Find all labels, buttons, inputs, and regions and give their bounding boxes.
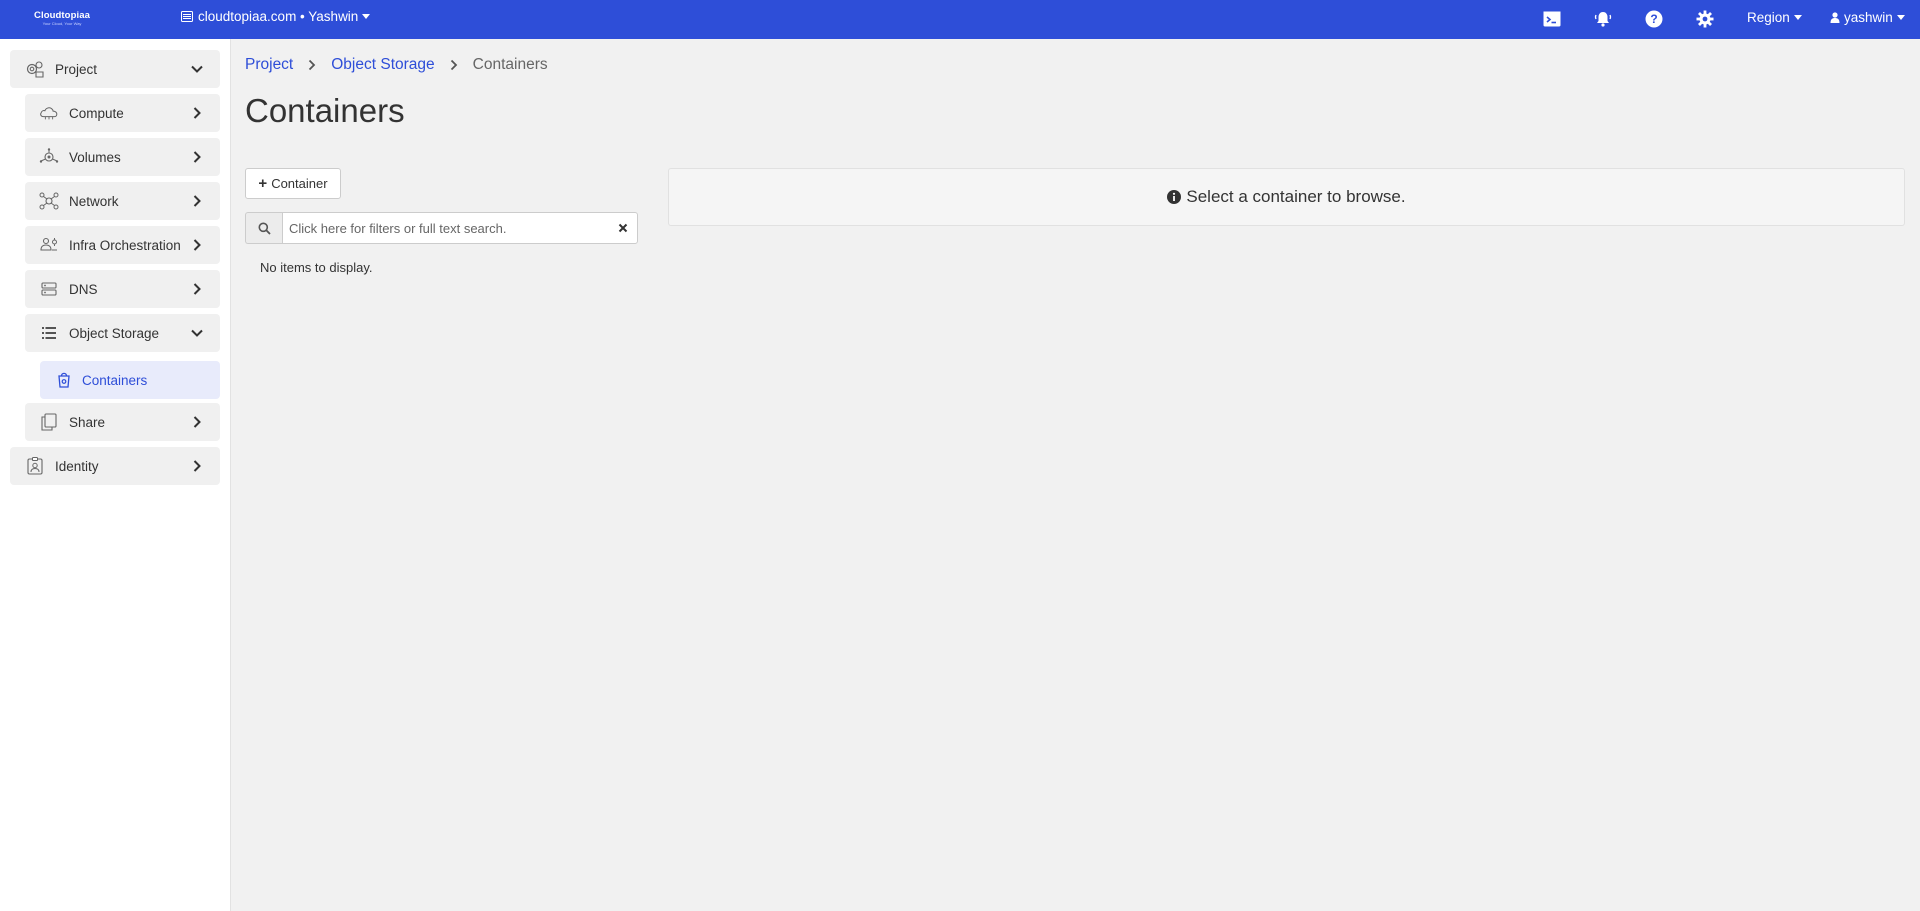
sidebar-item-containers[interactable]: Containers: [40, 361, 220, 399]
plus-icon: +: [258, 175, 268, 192]
breadcrumb: Project Object Storage Containers: [245, 56, 548, 74]
chevron-right-icon: [193, 151, 201, 163]
info-icon: [1167, 190, 1182, 204]
region-label: Region: [1747, 10, 1790, 25]
top-navbar: Cloudtopiaa Your Cloud, Your Way cloudto…: [0, 0, 1920, 39]
gear-icon[interactable]: [1694, 9, 1716, 29]
user-label: yashwin: [1844, 10, 1893, 25]
sidebar-item-object-storage[interactable]: Object Storage: [25, 314, 220, 352]
sidebar-item-volumes[interactable]: Volumes: [25, 138, 220, 176]
dns-icon: [39, 279, 59, 299]
search-icon: [245, 212, 282, 244]
console-icon[interactable]: [1541, 9, 1563, 29]
sidebar-item-compute[interactable]: Compute: [25, 94, 220, 132]
sidebar-item-label: DNS: [69, 281, 98, 297]
sidebar-item-label: Containers: [82, 372, 148, 388]
sidebar-item-label: Object Storage: [69, 325, 160, 341]
svg-text:?: ?: [1650, 12, 1657, 26]
browse-panel: Select a container to browse.: [668, 168, 1905, 226]
breadcrumb-project[interactable]: Project: [245, 56, 293, 74]
chevron-down-icon: [191, 65, 203, 73]
sidebar: Project Compute Volumes Network Infra Or…: [0, 39, 231, 911]
network-icon: [39, 191, 59, 211]
sidebar-item-label: Infra Orchestration: [69, 237, 181, 253]
chevron-right-icon: [307, 59, 317, 71]
user-icon: [1830, 12, 1840, 23]
project-list-icon: [181, 11, 193, 22]
empty-state-text: No items to display.: [260, 260, 373, 275]
chevron-right-icon: [193, 107, 201, 119]
region-dropdown[interactable]: Region: [1747, 10, 1802, 25]
share-icon: [39, 412, 59, 432]
volumes-icon: [39, 147, 59, 167]
orchestration-icon: [39, 235, 59, 255]
search-bar: [245, 212, 638, 244]
browse-message: Select a container to browse.: [1186, 187, 1406, 206]
add-container-label: Container: [271, 176, 328, 191]
brand-name: Cloudtopiaa: [34, 10, 90, 21]
container-icon: [54, 370, 74, 390]
chevron-down-icon: [1896, 15, 1905, 20]
help-icon[interactable]: ?: [1643, 9, 1665, 29]
chevron-right-icon: [193, 239, 201, 251]
bell-icon[interactable]: [1592, 9, 1614, 29]
close-icon[interactable]: [616, 221, 630, 235]
user-menu[interactable]: yashwin: [1830, 10, 1905, 25]
breadcrumb-current: Containers: [472, 56, 548, 73]
chevron-down-icon: [362, 14, 371, 19]
project-icon: [25, 59, 45, 79]
sidebar-item-label: Volumes: [69, 149, 121, 165]
sidebar-item-share[interactable]: Share: [25, 403, 220, 441]
add-container-button[interactable]: + Container: [245, 168, 341, 199]
cloud-icon: [39, 103, 59, 123]
sidebar-item-identity[interactable]: Identity: [10, 447, 220, 485]
chevron-right-icon: [193, 283, 201, 295]
sidebar-item-label: Project: [55, 61, 98, 77]
sidebar-item-project[interactable]: Project: [10, 50, 220, 88]
project-switcher[interactable]: cloudtopiaa.com • Yashwin: [181, 9, 371, 24]
sidebar-item-network[interactable]: Network: [25, 182, 220, 220]
chevron-down-icon: [1793, 15, 1802, 20]
brand-logo[interactable]: Cloudtopiaa Your Cloud, Your Way: [32, 10, 92, 30]
chevron-right-icon: [193, 195, 201, 207]
breadcrumb-object-storage[interactable]: Object Storage: [331, 56, 434, 74]
identity-icon: [25, 456, 45, 476]
sidebar-item-label: Identity: [55, 458, 99, 474]
sidebar-item-infra-orchestration[interactable]: Infra Orchestration: [25, 226, 220, 264]
search-input[interactable]: [282, 212, 638, 244]
storage-icon: [39, 323, 59, 343]
project-switcher-label: cloudtopiaa.com • Yashwin: [198, 9, 359, 24]
chevron-right-icon: [193, 416, 201, 428]
sidebar-item-label: Network: [69, 193, 119, 209]
sidebar-item-label: Compute: [69, 105, 124, 121]
sidebar-item-dns[interactable]: DNS: [25, 270, 220, 308]
chevron-down-icon: [191, 329, 203, 337]
chevron-right-icon: [449, 59, 459, 71]
page-title: Containers: [245, 92, 405, 129]
chevron-right-icon: [193, 460, 201, 472]
brand-tagline: Your Cloud, Your Way: [42, 21, 82, 26]
sidebar-item-label: Share: [69, 414, 106, 430]
